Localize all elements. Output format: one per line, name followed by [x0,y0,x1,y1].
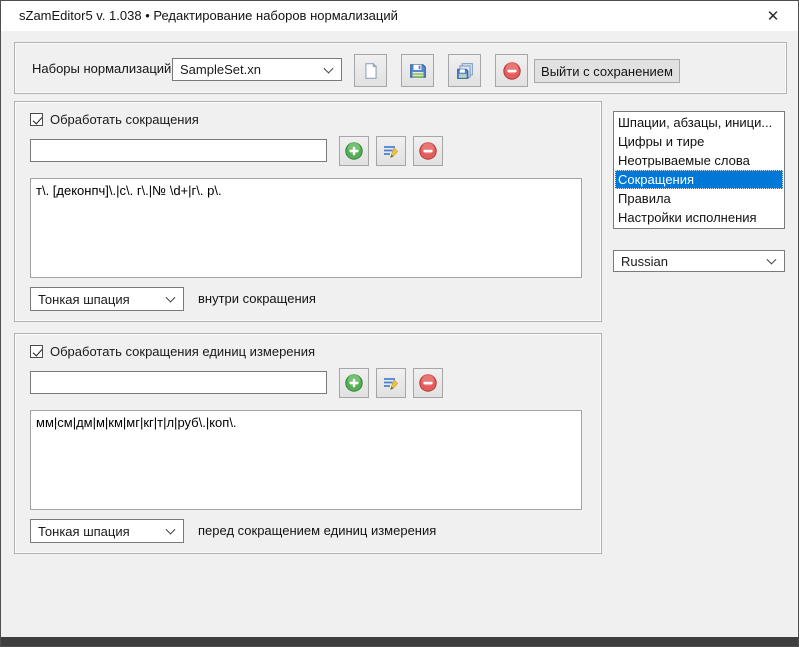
save-copy-button[interactable] [448,54,481,87]
close-icon: ✕ [767,7,780,25]
set-file-value: SampleSet.xn [180,62,261,77]
add-unit-button[interactable] [339,368,369,398]
new-file-icon [362,62,380,80]
add-abbreviation-button[interactable] [339,136,369,166]
process-abbreviations-label: Обработать сокращения [50,112,199,127]
chevron-down-icon [324,63,334,73]
unit-space-suffix-label: перед сокращением единиц измерения [198,519,436,543]
process-units-label: Обработать сокращения единиц измерения [50,344,315,359]
exit-with-save-button[interactable]: Выйти с сохранением [534,59,680,83]
remove-abbreviation-button[interactable] [413,136,443,166]
checkbox-icon [30,113,43,126]
new-set-button[interactable] [354,54,387,87]
close-button[interactable]: ✕ [752,1,794,31]
app-window: sZamEditor5 v. 1.038 • Редактирование на… [0,0,799,647]
window-title: sZamEditor5 v. 1.038 • Редактирование на… [19,1,398,31]
titlebar: sZamEditor5 v. 1.038 • Редактирование на… [1,1,798,31]
checkbox-icon [30,345,43,358]
normalization-sets-panel: Наборы нормализаций SampleSet.xn [14,42,787,94]
abbreviations-group: Обработать сокращения [14,101,602,322]
edit-unit-button[interactable] [376,368,406,398]
normalization-sets-label: Наборы нормализаций [32,43,171,95]
delete-icon [502,61,522,81]
edit-abbreviation-button[interactable] [376,136,406,166]
window-bottom-edge [1,637,798,646]
save-set-button[interactable] [401,54,434,87]
abbr-space-type-select[interactable]: Тонкая шпация [30,287,184,311]
unit-patterns-textarea[interactable]: мм|см|дм|м|км|мг|кг|т|л|руб\.|коп\. [30,410,582,510]
remove-icon [418,373,438,393]
add-icon [344,141,364,161]
unit-space-type-select[interactable]: Тонкая шпация [30,519,184,543]
category-listbox: Шпации, абзацы, иници... Цифры и тире Не… [613,111,785,229]
new-unit-input[interactable] [30,371,327,394]
add-icon [344,373,364,393]
new-abbreviation-input[interactable] [30,139,327,162]
language-select[interactable]: Russian [613,250,785,272]
sidebar-item-rules[interactable]: Правила [615,189,783,208]
edit-icon [381,373,401,393]
sidebar-item-execution-settings[interactable]: Настройки исполнения [615,208,783,227]
abbr-space-type-value: Тонкая шпация [38,292,130,307]
sidebar-item-abbreviations[interactable]: Сокращения [615,170,783,189]
sidebar-item-spaces[interactable]: Шпации, абзацы, иници... [615,113,783,132]
sidebar-item-digits-dashes[interactable]: Цифры и тире [615,132,783,151]
sidebar-item-nonbreaking-words[interactable]: Неотрываемые слова [615,151,783,170]
abbr-space-suffix-label: внутри сокращения [198,287,316,311]
chevron-down-icon [767,255,777,265]
set-file-select[interactable]: SampleSet.xn [172,58,342,81]
process-abbreviations-checkbox[interactable]: Обработать сокращения [30,112,199,127]
chevron-down-icon [166,525,176,535]
remove-icon [418,141,438,161]
unit-space-type-value: Тонкая шпация [38,524,130,539]
process-units-checkbox[interactable]: Обработать сокращения единиц измерения [30,344,315,359]
units-group: Обработать сокращения единиц измерения [14,333,602,554]
delete-set-button[interactable] [495,54,528,87]
save-copy-icon [456,62,474,80]
edit-icon [381,141,401,161]
chevron-down-icon [166,293,176,303]
remove-unit-button[interactable] [413,368,443,398]
abbreviation-patterns-textarea[interactable]: т\. [деконпч]\.|с\. г\.|№ \d+|г\. р\. [30,178,582,278]
language-value: Russian [621,254,668,269]
save-icon [409,62,427,80]
